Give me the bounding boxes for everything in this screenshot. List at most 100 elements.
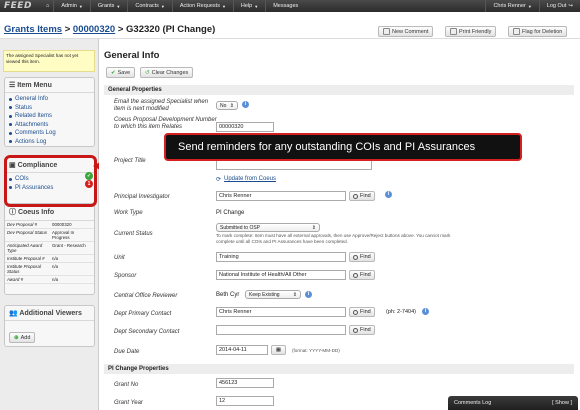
info-icon[interactable]: i — [242, 101, 249, 108]
info-icon[interactable]: i — [422, 308, 429, 315]
clear-changes-button[interactable]: ↺ Clear Changes — [140, 67, 194, 78]
bullet-icon — [9, 131, 12, 135]
info-icon: ⓘ — [9, 209, 18, 216]
sidebar-item-actions-log[interactable]: Actions Log — [9, 138, 90, 147]
sidebar-item-related-items[interactable]: Related Items — [9, 112, 90, 121]
work-type-value: PI Change — [216, 210, 245, 216]
nav-user[interactable]: Chris Renner ▼ — [485, 0, 538, 12]
search-icon — [353, 327, 358, 333]
sponsor-label: Sponsor — [114, 273, 137, 279]
dept-phone: (ph: 2-7404) — [386, 309, 416, 315]
pi-find-button[interactable]: Find — [349, 191, 375, 201]
clear-icon: ↺ — [145, 69, 150, 76]
search-icon — [353, 272, 358, 278]
breadcrumb-separator: > — [64, 24, 71, 35]
bullet-icon — [9, 106, 12, 110]
info-icon[interactable]: i — [305, 291, 312, 298]
due-date-format-hint: (format: YYYY-MM-DD) — [292, 348, 340, 353]
breadcrumb-current: G32320 (PI Change) — [126, 24, 216, 35]
app-logo[interactable]: FEED — [0, 0, 42, 12]
nav-action-requests[interactable]: Action Requests ▼ — [171, 0, 233, 12]
coeus-dev-number-label: Coeus Proposal Development Number to whi… — [114, 117, 217, 130]
flag-icon — [513, 28, 520, 35]
dept-primary-find-button[interactable]: Find — [349, 307, 375, 317]
breadcrumb-item-number[interactable]: 00000320 — [73, 24, 115, 35]
logout-icon: ↪ — [568, 3, 573, 9]
flag-deletion-button[interactable]: Flag for Deletion — [508, 26, 568, 37]
update-from-coeus-link[interactable]: Update from Coeus — [224, 176, 276, 182]
sidebar-item-general-info[interactable]: General Info — [9, 95, 90, 104]
unit-input[interactable]: Training — [216, 252, 346, 262]
email-specialist-select[interactable]: No ⇕ — [216, 101, 238, 110]
table-row: Dev Proposal #00000320 — [5, 221, 94, 229]
status-note: To mark complete: Item must have all ext… — [216, 233, 451, 244]
sidebar-item-status[interactable]: Status — [9, 104, 90, 113]
additional-viewers-title: Additional Viewers — [19, 310, 82, 317]
table-row: Award # n/a — [5, 275, 94, 284]
item-menu-panel: ☰ Item Menu General Info Status Related … — [4, 77, 95, 147]
chevron-down-icon: ▼ — [160, 3, 165, 9]
nav-grants[interactable]: Grants ▼ — [89, 0, 127, 12]
nav-logout[interactable]: Log Out ↪ — [538, 0, 580, 12]
central-office-reviewer-label: Central Office Reviewer — [114, 293, 178, 299]
bullet-icon — [9, 123, 12, 127]
grant-no-input[interactable]: 456123 — [216, 378, 274, 388]
notice-box: The assigned Specialist has not yet view… — [3, 50, 95, 72]
comments-log-dock[interactable]: Comments Log [ Show ] — [448, 396, 578, 410]
coeus-dev-number-input[interactable]: 00000320 — [216, 122, 274, 132]
grant-year-label: Grant Year — [114, 400, 143, 406]
nav-admin[interactable]: Admin ▼ — [53, 0, 90, 12]
bullet-icon — [9, 114, 12, 118]
comments-log-show-link[interactable]: [ Show ] — [552, 400, 572, 406]
breadcrumb-grants-items[interactable]: Grants Items — [4, 24, 62, 35]
nav-help[interactable]: Help ▼ — [232, 0, 265, 12]
nav-contracts[interactable]: Contracts ▼ — [127, 0, 172, 12]
due-date-input[interactable]: 2014-04-11 — [216, 345, 268, 355]
unit-find-button[interactable]: Find — [349, 252, 375, 262]
dept-primary-contact-input[interactable]: Chris Renner — [216, 307, 346, 317]
print-friendly-button[interactable]: Print Friendly — [445, 26, 497, 37]
comment-icon — [383, 28, 390, 35]
nav-home-icon[interactable]: ⌂ — [42, 0, 53, 12]
sponsor-find-button[interactable]: Find — [349, 270, 375, 280]
chevron-down-icon: ▼ — [116, 3, 121, 9]
sidebar-item-comments-log[interactable]: Comments Log — [9, 129, 90, 138]
pi-input[interactable]: Chris Renner — [216, 191, 346, 201]
dept-secondary-contact-input[interactable] — [216, 325, 346, 335]
calendar-button[interactable]: ▦ — [271, 345, 286, 355]
chevron-down-icon: ▼ — [527, 3, 532, 9]
grant-year-input[interactable]: 12 — [216, 396, 274, 406]
search-icon — [353, 309, 358, 315]
bullet-icon — [9, 140, 12, 144]
grant-no-label: Grant No — [114, 382, 139, 388]
central-office-reviewer-select[interactable]: Keep Existing ⇕ — [245, 290, 301, 299]
sponsor-input[interactable]: National Institute of Health/All Other — [216, 270, 346, 280]
add-viewer-button[interactable]: ⊕ Add — [9, 332, 36, 343]
current-status-select[interactable]: Submitted to OSP ⇕ — [216, 223, 320, 232]
compliance-highlight — [4, 155, 97, 207]
work-type-label: Work Type — [114, 210, 143, 216]
pi-change-properties-header: PI Change Properties — [104, 364, 574, 374]
chevron-down-icon: ▼ — [221, 3, 226, 9]
top-nav-bar: FEED ⌂ Admin ▼ Grants ▼ Contracts ▼ Action … — [0, 0, 580, 12]
chevron-down-icon: ⇕ — [292, 291, 297, 298]
pi-label: Principal Investigator — [114, 194, 170, 200]
unit-label: Unit — [114, 255, 125, 261]
table-row: Institute Proposal Status n/a — [5, 262, 94, 276]
comments-log-title: Comments Log — [454, 400, 492, 406]
chevron-down-icon: ▼ — [78, 3, 83, 9]
calendar-icon: ▦ — [275, 347, 282, 353]
general-properties-header: General Properties — [104, 85, 574, 95]
nav-messages[interactable]: Messages — [265, 0, 305, 12]
due-date-label: Due Date — [114, 349, 140, 355]
chevron-down-icon: ▼ — [254, 3, 259, 9]
sidebar-item-attachments[interactable]: Attachments — [9, 121, 90, 130]
save-button[interactable]: ✔ Save — [106, 67, 136, 78]
list-icon: ☰ — [9, 82, 18, 89]
search-icon — [353, 254, 358, 260]
users-icon: 👥 — [9, 310, 20, 317]
central-office-reviewer-value: Beth Cyr — [216, 292, 240, 298]
new-comment-button[interactable]: New Comment — [378, 26, 434, 37]
info-icon[interactable]: i — [385, 191, 392, 198]
dept-secondary-find-button[interactable]: Find — [349, 325, 375, 335]
